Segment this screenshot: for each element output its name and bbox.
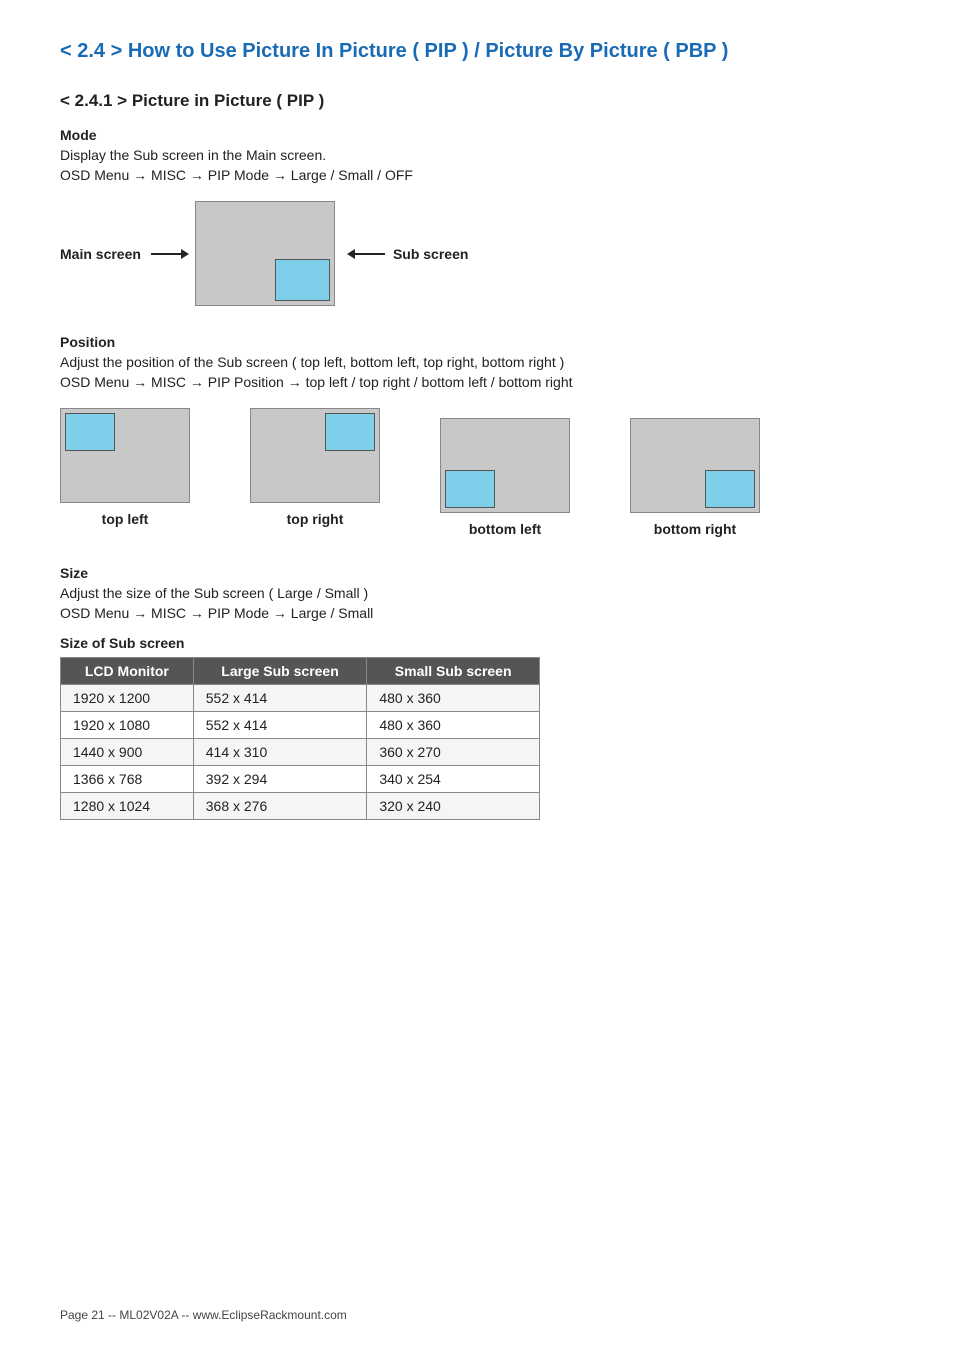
position-line2: OSD Menu → MISC → PIP Position → top lef… [60,374,894,390]
col-header-large: Large Sub screen [193,658,367,685]
table-row: 1440 x 900414 x 310360 x 270 [61,739,540,766]
size-table-label: Size of Sub screen [60,635,894,651]
table-cell: 480 x 360 [367,712,540,739]
size-table: LCD Monitor Large Sub screen Small Sub s… [60,657,540,820]
position-label: Position [60,334,894,350]
main-screen-label: Main screen [60,246,141,262]
diagram-bottom-left: bottom left [440,418,570,537]
pos-sub-top-left [65,413,115,451]
table-cell: 340 x 254 [367,766,540,793]
pos-sub-top-right [325,413,375,451]
pos-label-top-left: top left [102,511,149,527]
pos-label-top-right: top right [287,511,344,527]
table-cell: 1366 x 768 [61,766,194,793]
table-cell: 1440 x 900 [61,739,194,766]
table-cell: 1920 x 1200 [61,685,194,712]
pos-sub-bottom-left [445,470,495,508]
size-line2: OSD Menu → MISC → PIP Mode → Large / Sma… [60,605,894,621]
table-row: 1920 x 1200552 x 414480 x 360 [61,685,540,712]
pos-label-bottom-left: bottom left [469,521,541,537]
table-cell: 320 x 240 [367,793,540,820]
table-cell: 552 x 414 [193,712,367,739]
sub-screen-label: Sub screen [393,246,468,262]
pos-box-top-right [250,408,380,503]
table-cell: 368 x 276 [193,793,367,820]
table-cell: 414 x 310 [193,739,367,766]
size-line1: Adjust the size of the Sub screen ( Larg… [60,585,894,601]
mode-line2: OSD Menu → MISC → PIP Mode → Large / Sma… [60,167,894,183]
col-header-small: Small Sub screen [367,658,540,685]
diagram-top-right: top right [250,408,380,537]
table-cell: 392 x 294 [193,766,367,793]
sub-screen-label-area: Sub screen [347,246,468,262]
table-row: 1366 x 768392 x 294340 x 254 [61,766,540,793]
sub-screen-box [275,259,330,301]
sub-screen-arrow-line [355,253,385,255]
pip-diagram-area: Main screen Sub screen [60,201,894,306]
footer: Page 21 -- ML02V02A -- www.EclipseRackmo… [60,1308,347,1322]
mode-line1: Display the Sub screen in the Main scree… [60,147,894,163]
main-screen-arrow [151,249,189,259]
sub-screen-arrow-head-left [347,249,355,259]
table-row: 1280 x 1024368 x 276320 x 240 [61,793,540,820]
pos-sub-bottom-right [705,470,755,508]
position-diagrams: top left top right bottom left bottom ri… [60,408,894,537]
table-cell: 360 x 270 [367,739,540,766]
diagram-top-left: top left [60,408,190,537]
mode-label: Mode [60,127,894,143]
pos-box-bottom-right [630,418,760,513]
table-cell: 1280 x 1024 [61,793,194,820]
pos-label-bottom-right: bottom right [654,521,736,537]
table-row: 1920 x 1080552 x 414480 x 360 [61,712,540,739]
pos-box-bottom-left [440,418,570,513]
section-2-4-1-title: < 2.4.1 > Picture in Picture ( PIP ) [60,91,894,111]
arrow-head [181,249,189,259]
arrow-line [151,253,181,255]
table-cell: 480 x 360 [367,685,540,712]
pos-box-top-left [60,408,190,503]
position-line1: Adjust the position of the Sub screen ( … [60,354,894,370]
table-cell: 552 x 414 [193,685,367,712]
size-label: Size [60,565,894,581]
main-screen-box [195,201,335,306]
table-cell: 1920 x 1080 [61,712,194,739]
diagram-bottom-right: bottom right [630,418,760,537]
col-header-lcd: LCD Monitor [61,658,194,685]
size-section: Size Adjust the size of the Sub screen (… [60,565,894,820]
page-title: < 2.4 > How to Use Picture In Picture ( … [60,40,894,63]
